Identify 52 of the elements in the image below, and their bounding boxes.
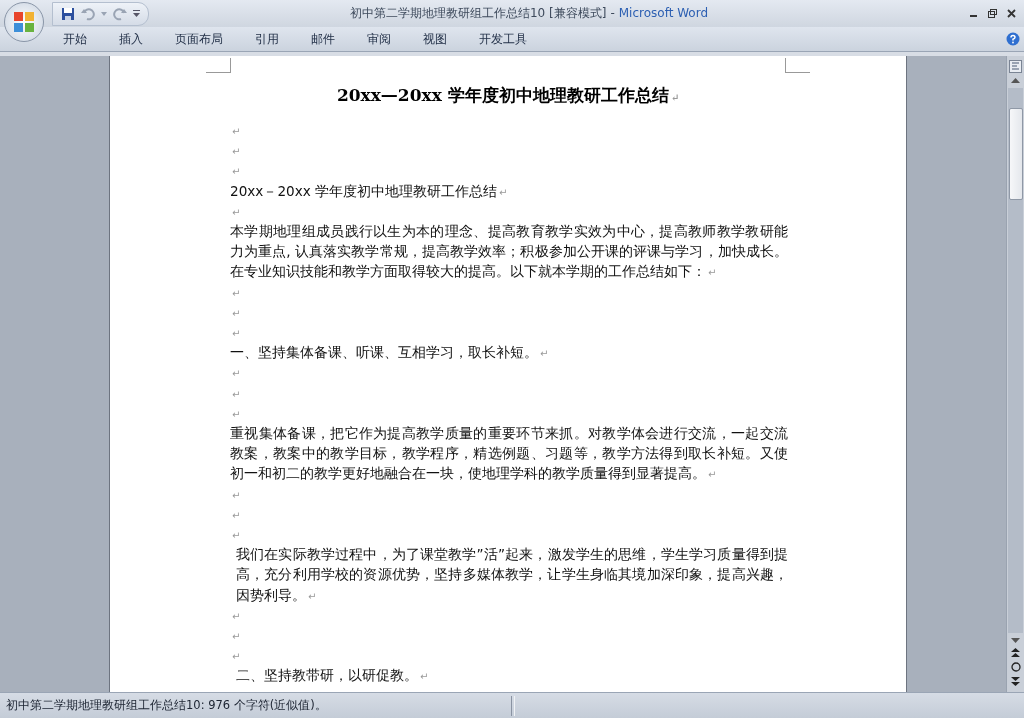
crop-mark <box>785 58 810 73</box>
document-heading: 20xx—20xx 学年度初中地理教研工作总结 <box>336 85 669 105</box>
save-icon[interactable] <box>61 6 75 21</box>
scroll-thumb[interactable] <box>1009 108 1023 200</box>
paragraph-mark: ↵ <box>670 93 680 103</box>
status-text: 初中第二学期地理教研组工作总结10: 976 个字符(近似值)。 <box>5 698 328 713</box>
paragraph-mark: ↵ <box>232 490 241 501</box>
ruler-toggle-icon[interactable] <box>1009 60 1022 73</box>
document-title: 初中第二学期地理教研组工作总结10 [兼容模式] <box>349 6 607 20</box>
paragraph-text: 本学期地理组成员践行以生为本的理念、提高教育教学实效为中心，提高教师教学教研能力为重点, 认真落实教学常规，提高教学效率；积极参加公开课的评课与学习，加快成长。在专业知识技能和教学方面取得较大的提高。以下就本学期的工作总结如下：↵ <box>230 222 788 282</box>
paragraph-mark: ↵ <box>232 207 241 218</box>
next-page-icon[interactable] <box>1011 677 1020 686</box>
paragraph-mark: ↵ <box>232 127 241 137</box>
ribbon-tab[interactable]: 引用 <box>242 28 292 50</box>
paragraph-mark: ↵ <box>232 632 241 643</box>
ribbon-tab[interactable]: 视图 <box>410 28 460 50</box>
restore-icon[interactable] <box>988 9 997 18</box>
paragraph-mark: ↵ <box>232 308 241 319</box>
ribbon-tab[interactable]: 开始 <box>50 28 100 50</box>
crop-mark <box>206 58 231 73</box>
ribbon-tab[interactable]: 开发工具 <box>466 28 540 50</box>
title-separator: - <box>610 6 615 20</box>
close-icon[interactable] <box>1007 9 1016 18</box>
paragraph-text: 二、坚持教带研，以研促教。↵ <box>236 666 430 686</box>
app-name: Microsoft Word <box>618 6 709 20</box>
paragraph-mark: ↵ <box>232 288 241 299</box>
paragraph-mark: ↵ <box>232 329 241 340</box>
scroll-up-icon[interactable] <box>1011 78 1020 83</box>
ribbon-tab[interactable]: 页面布局 <box>162 28 236 50</box>
paragraph-text: 20xx－20xx 学年度初中地理教研工作总结↵ <box>230 181 509 201</box>
paragraph-mark: ↵ <box>232 167 241 178</box>
office-logo-icon <box>11 9 37 35</box>
help-icon[interactable] <box>1006 32 1020 46</box>
ribbon-tab[interactable]: 插入 <box>106 28 156 50</box>
paragraph-mark: ↵ <box>232 652 241 663</box>
paragraph-mark: ↵ <box>232 389 241 400</box>
paragraph-mark: ↵ <box>232 409 241 420</box>
browse-object-icon[interactable] <box>1010 662 1021 672</box>
customize-toolbar-icon[interactable] <box>133 10 140 17</box>
paragraph-mark: ↵ <box>232 531 241 542</box>
paragraph-mark: ↵ <box>232 369 241 380</box>
paragraph-mark: ↵ <box>232 147 241 158</box>
scroll-down-icon[interactable] <box>1011 638 1020 643</box>
ribbon-tab[interactable]: 邮件 <box>298 28 348 50</box>
paragraph-mark: ↵ <box>232 611 241 622</box>
previous-page-icon[interactable] <box>1011 648 1020 657</box>
office-button[interactable] <box>4 2 44 42</box>
paragraph-text: 重视集体备课，把它作为提高教学质量的重要环节来抓。对教学体会进行交流，一起交流教案，教案中的教学目标，教学程序，精选例题、习题等，教学方法得到取长补短。又使初一和初二的教学更好地融合在一块，使地理学科的教学质量得到显著提高。↵ <box>230 424 788 484</box>
ribbon-tab[interactable]: 审阅 <box>354 28 404 50</box>
paragraph-text: 一、坚持集体备课、听课、互相学习，取长补短。↵ <box>230 343 550 363</box>
paragraph-mark: ↵ <box>232 510 241 521</box>
paragraph-text: 我们在实际教学过程中，为了课堂教学”活”起来，激发学生的思维，学生学习质量得到提高，充分利用学校的资源优势，坚持多媒体教学，让学生身临其境加深印象，提高兴趣，因势利导。↵ <box>236 545 788 605</box>
